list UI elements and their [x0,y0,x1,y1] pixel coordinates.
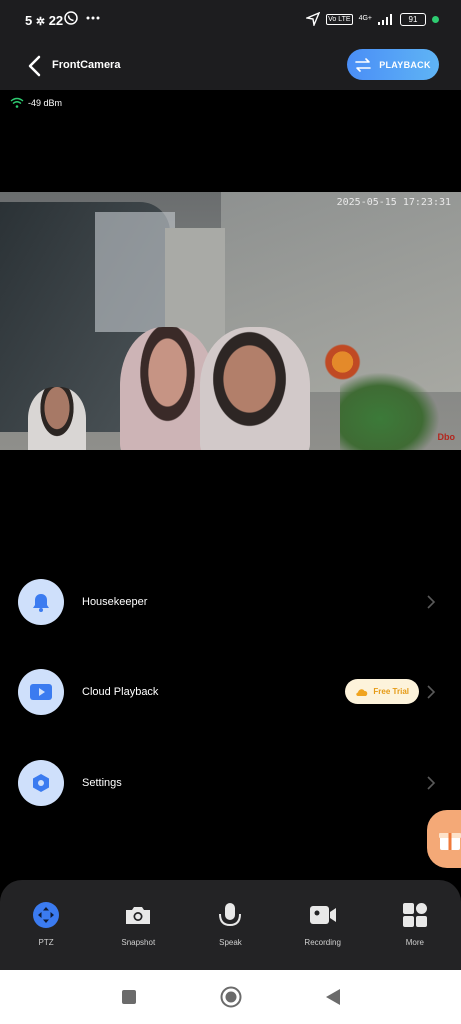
microphone-icon [215,900,245,930]
system-nav-bar [0,970,461,1024]
tab-label: Speak [219,938,242,947]
menu-label: Cloud Playback [82,686,159,698]
play-icon [18,669,64,715]
volte-badge: Vo LTE [326,13,353,25]
home-button[interactable] [220,986,242,1008]
gift-icon [439,833,461,850]
battery-icon: 91 [400,12,426,26]
location-icon [306,12,321,26]
chevron-right-icon [427,776,436,790]
signal-icon [378,14,392,25]
square-icon [121,990,136,1004]
free-trial-label: Free Trial [373,687,409,696]
whatsapp-icon [64,11,78,25]
page-title: FrontCamera [52,59,121,71]
chevron-right-icon [427,595,436,609]
video-timestamp: 2025-05-15 17:23:31 [336,197,451,208]
video-window [95,212,175,332]
gift-button[interactable] [427,810,461,868]
network-type: 4G+ [358,15,372,22]
app-header: FrontCamera PLAYBACK [0,42,461,90]
menu-housekeeper[interactable]: Housekeeper [18,579,443,625]
triangle-back-icon [325,989,340,1005]
video-man [200,327,310,450]
tab-snapshot[interactable]: Snapshot [98,900,178,970]
tab-label: Recording [304,938,341,947]
camera-icon [123,900,153,930]
camera-video-feed[interactable]: 2025-05-15 17:23:31 Dbo [0,192,461,450]
chevron-right-icon [427,685,436,699]
swap-icon [355,57,372,72]
free-trial-badge[interactable]: Free Trial [345,679,419,704]
wifi-icon [10,97,24,108]
menu-label: Housekeeper [82,596,148,608]
video-plant [340,372,440,450]
tab-label: Snapshot [121,938,156,947]
video-child [28,387,86,450]
tab-recording[interactable]: Recording [283,900,363,970]
back-icon[interactable] [24,54,48,78]
status-time: 5 ✲ 22 [25,13,64,28]
menu-label: Settings [82,777,122,789]
menu-cloud-playback[interactable]: Cloud Playback Free Trial [18,669,443,715]
status-bar: 5 ✲ 22 Vo LTE 4G+ 91 [0,0,461,42]
tab-label: PTZ [38,938,54,947]
tab-label: More [405,938,424,947]
playback-button[interactable]: PLAYBACK [347,49,439,80]
signal-strength: -49 dBm [28,97,63,108]
circle-icon [220,986,241,1008]
tab-ptz[interactable]: PTZ [6,900,86,970]
recents-button[interactable] [118,986,140,1008]
tab-more[interactable]: More [375,900,455,970]
bell-icon [18,579,64,625]
playback-label: PLAYBACK [379,59,431,70]
menu-settings[interactable]: Settings [18,760,443,806]
video-watermark: Dbo [437,432,456,442]
video-record-icon [308,900,338,930]
more-dots-icon [86,16,100,20]
back-nav-button[interactable] [322,986,344,1008]
tab-speak[interactable]: Speak [190,900,270,970]
control-toolbar: PTZ Snapshot Speak Recording More [0,880,461,970]
cloud-icon [356,688,368,696]
hexagon-gear-icon [18,760,64,806]
grid-icon [400,900,430,930]
wifi-signal: -49 dBm [10,97,62,108]
privacy-indicator [432,15,439,23]
ptz-icon [31,900,61,930]
